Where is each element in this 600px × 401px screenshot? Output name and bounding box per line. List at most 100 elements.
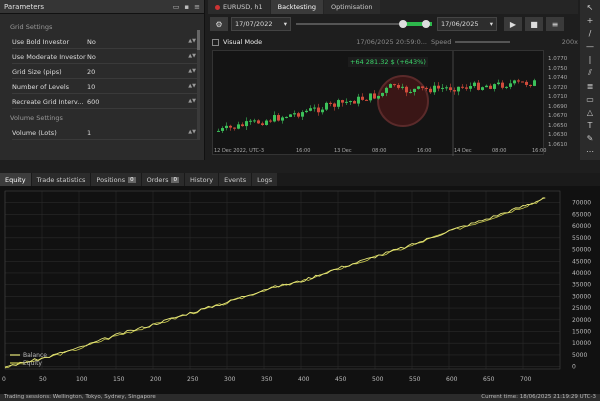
tab-backtesting[interactable]: Backtesting bbox=[270, 0, 323, 14]
pencil-icon[interactable]: ✎ bbox=[587, 134, 594, 143]
dropdown-icon[interactable]: ▲▼ bbox=[188, 53, 196, 61]
legend-label: Balance bbox=[23, 352, 47, 359]
speed-slider[interactable] bbox=[455, 41, 511, 43]
candle bbox=[401, 86, 404, 88]
parameters-scrollbar[interactable] bbox=[197, 30, 200, 140]
range-end-handle[interactable] bbox=[422, 20, 430, 28]
candle bbox=[457, 86, 460, 92]
stepper-icon[interactable]: ▲▼ bbox=[188, 98, 196, 106]
x-tick-label: 300 bbox=[224, 376, 236, 383]
param-value[interactable]: No bbox=[87, 38, 96, 46]
tab-trade-statistics[interactable]: Trade statistics bbox=[31, 173, 91, 186]
y-tick-label: 20000 bbox=[572, 317, 591, 324]
candle bbox=[265, 120, 268, 125]
speed-value: 200x bbox=[561, 38, 578, 46]
param-row[interactable]: Number of Levels 10 ▲▼ bbox=[12, 80, 199, 94]
param-label: Use Bold Investor bbox=[12, 37, 70, 46]
param-row[interactable]: Recreate Grid Interv... 600 ▲▼ bbox=[12, 95, 199, 109]
candle bbox=[509, 83, 512, 87]
text-icon[interactable]: T bbox=[588, 121, 593, 130]
param-row[interactable]: Use Moderate Investor No ▲▼ bbox=[12, 50, 199, 64]
x-tick-label: 350 bbox=[261, 376, 273, 383]
stop-icon[interactable]: ■ bbox=[525, 17, 543, 31]
cursor-icon[interactable]: ↖ bbox=[587, 3, 594, 12]
candle bbox=[373, 93, 376, 99]
current-time: Current time: 18/06/2025 21:19:29 UTC-3 bbox=[481, 394, 596, 400]
date-range-slider[interactable] bbox=[294, 17, 434, 31]
save-icon[interactable]: ▪ bbox=[184, 3, 189, 11]
visual-mode-checkbox[interactable] bbox=[212, 38, 219, 46]
candle bbox=[305, 110, 308, 113]
play-icon[interactable]: ▶ bbox=[504, 17, 522, 31]
menu-icon[interactable]: ≡ bbox=[194, 3, 200, 11]
tab-symbol[interactable]: EURUSD, h1 bbox=[208, 0, 270, 14]
candle bbox=[229, 125, 232, 128]
scrollbar-thumb[interactable] bbox=[197, 30, 200, 50]
triangle-icon[interactable]: △ bbox=[587, 108, 593, 117]
candle bbox=[453, 90, 456, 92]
tab-history[interactable]: History bbox=[184, 173, 219, 186]
tab-equity[interactable]: Equity bbox=[0, 173, 31, 186]
fibonacci-icon[interactable]: ≣ bbox=[587, 82, 594, 91]
candle bbox=[345, 101, 348, 103]
candle bbox=[217, 130, 220, 132]
tab-optimisation[interactable]: Optimisation bbox=[324, 0, 380, 14]
status-bar: Trading sessions: Wellington, Tokyo, Syd… bbox=[0, 394, 600, 401]
y-tick-label: 45000 bbox=[572, 258, 591, 265]
param-row[interactable]: Grid Size (pips) 20 ▲▼ bbox=[12, 65, 199, 79]
param-value[interactable]: No bbox=[87, 53, 96, 61]
vertical-line-icon[interactable]: | bbox=[589, 55, 592, 64]
folder-icon[interactable]: ▭ bbox=[173, 3, 180, 11]
price-tick-label: 1.0750 bbox=[548, 65, 568, 72]
more-tools-icon[interactable]: ⋯ bbox=[586, 147, 594, 156]
param-value[interactable]: 1 bbox=[87, 129, 91, 137]
stepper-icon[interactable]: ▲▼ bbox=[188, 129, 196, 137]
y-tick-label: 15000 bbox=[572, 329, 591, 336]
price-chart[interactable]: +64 281.32 $ (+643%) bbox=[212, 50, 544, 156]
tab-orders[interactable]: Orders 0 bbox=[141, 173, 184, 186]
drawing-toolbar: ↖ + / — | ⫽ ≣ ▭ △ T ✎ ⋯ bbox=[580, 0, 600, 160]
tab-logs[interactable]: Logs bbox=[252, 173, 278, 186]
candle bbox=[493, 84, 496, 89]
stepper-icon[interactable]: ▲▼ bbox=[188, 68, 196, 76]
calendar-dropdown-icon[interactable]: ▾ bbox=[490, 20, 493, 28]
visual-mode-bar: Visual Mode 17/06/2025 20:59:0... Speed … bbox=[212, 36, 578, 48]
equity-chart: 0 5000 10000 15000 20000 25000 30000 35000 40000… bbox=[0, 186, 600, 394]
candle bbox=[245, 121, 248, 127]
dropdown-icon[interactable]: ▲▼ bbox=[188, 38, 196, 46]
line-tool-icon[interactable]: / bbox=[589, 29, 592, 38]
tab-events[interactable]: Events bbox=[219, 173, 252, 186]
time-tick-label: 16:00 bbox=[296, 148, 311, 154]
rectangle-icon[interactable]: ▭ bbox=[586, 95, 594, 104]
calendar-dropdown-icon[interactable]: ▾ bbox=[284, 20, 287, 28]
param-value[interactable]: 600 bbox=[87, 98, 99, 106]
parameters-title: Parameters bbox=[4, 2, 45, 11]
plot-frame bbox=[4, 190, 561, 370]
balance-line bbox=[4, 197, 546, 368]
tab-positions[interactable]: Positions 0 bbox=[91, 173, 141, 186]
y-tick-label: 5000 bbox=[572, 352, 587, 359]
horizontal-line-icon[interactable]: — bbox=[586, 42, 594, 51]
end-date-field[interactable]: 17/06/2025 ▾ bbox=[437, 17, 497, 31]
candle bbox=[481, 87, 484, 90]
stepper-icon[interactable]: ▲▼ bbox=[188, 83, 196, 91]
param-value[interactable]: 10 bbox=[87, 83, 95, 91]
candle bbox=[253, 120, 256, 122]
y-tick-label: 10000 bbox=[572, 340, 591, 347]
settings-gear-icon[interactable]: ⚙ bbox=[210, 17, 228, 31]
candle bbox=[421, 86, 424, 88]
candle bbox=[521, 81, 524, 83]
candle bbox=[529, 84, 532, 86]
start-date-field[interactable]: 17/07/2022 ▾ bbox=[231, 17, 291, 31]
param-row[interactable]: Volume (Lots) 1 ▲▼ bbox=[12, 126, 199, 140]
crosshair-icon[interactable]: + bbox=[587, 16, 594, 25]
range-start-handle[interactable] bbox=[399, 20, 407, 28]
more-icon[interactable]: ≡ bbox=[546, 17, 564, 31]
x-tick-label: 600 bbox=[446, 376, 458, 383]
candle bbox=[429, 88, 432, 93]
channel-icon[interactable]: ⫽ bbox=[588, 68, 592, 78]
x-tick-label: 650 bbox=[483, 376, 495, 383]
param-row[interactable]: Use Bold Investor No ▲▼ bbox=[12, 35, 199, 49]
param-value[interactable]: 20 bbox=[87, 68, 95, 76]
candle bbox=[417, 86, 420, 89]
